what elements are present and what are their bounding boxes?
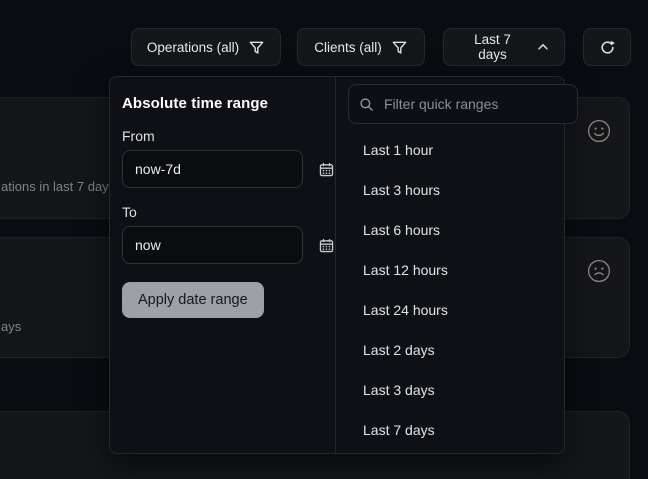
quick-range-option[interactable]: Last 3 hours	[336, 170, 591, 210]
quick-range-option[interactable]: Last 7 days	[336, 410, 591, 450]
quick-range-option[interactable]: Last 6 hours	[336, 210, 591, 250]
card-caption-text: ays	[1, 319, 21, 334]
from-input-row	[122, 150, 335, 188]
quick-range-search[interactable]	[348, 84, 578, 124]
operations-filter-button[interactable]: Operations (all)	[131, 28, 281, 66]
calendar-icon	[318, 237, 335, 254]
to-input[interactable]	[122, 226, 303, 264]
from-calendar-button[interactable]	[318, 161, 335, 178]
time-range-button[interactable]: Last 7 days	[443, 28, 565, 66]
refresh-button[interactable]	[583, 28, 631, 66]
quick-range-filter-input[interactable]	[382, 95, 567, 113]
search-icon	[359, 97, 374, 112]
quick-range-option[interactable]: Last 3 days	[336, 370, 591, 410]
to-label: To	[122, 204, 335, 220]
from-label: From	[122, 128, 335, 144]
time-range-picker-panel: Absolute time range From To	[109, 76, 565, 454]
clients-filter-label: Clients (all)	[314, 40, 382, 55]
absolute-time-range-section: Absolute time range From To	[110, 77, 335, 453]
quick-ranges-section: Last 1 hour Last 3 hours Last 6 hours La…	[335, 77, 591, 453]
time-range-label: Last 7 days	[458, 32, 527, 62]
quick-range-option[interactable]: Last 24 hours	[336, 290, 591, 330]
chevron-up-icon	[536, 40, 550, 54]
clients-filter-button[interactable]: Clients (all)	[297, 28, 425, 66]
filter-icon	[248, 39, 265, 56]
card-caption-text: ations in last 7 days	[1, 179, 115, 194]
quick-range-option[interactable]: Last 12 hours	[336, 250, 591, 290]
calendar-icon	[318, 161, 335, 178]
apply-date-range-button[interactable]: Apply date range	[122, 282, 264, 318]
operations-filter-label: Operations (all)	[147, 40, 239, 55]
refresh-icon	[599, 39, 616, 56]
app-root: ations in last 7 days ays Operations (al…	[0, 0, 648, 479]
filter-icon	[391, 39, 408, 56]
to-calendar-button[interactable]	[318, 237, 335, 254]
from-input[interactable]	[122, 150, 303, 188]
quick-range-list: Last 1 hour Last 3 hours Last 6 hours La…	[336, 130, 591, 450]
section-title: Absolute time range	[122, 95, 335, 112]
quick-range-option[interactable]: Last 1 hour	[336, 130, 591, 170]
quick-range-option[interactable]: Last 2 days	[336, 330, 591, 370]
to-input-row	[122, 226, 335, 264]
